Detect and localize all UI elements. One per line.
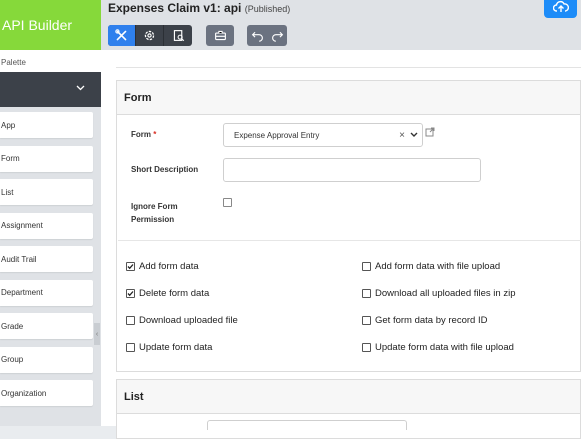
- option-label: Download uploaded file: [139, 315, 238, 326]
- checkbox[interactable]: [362, 262, 371, 271]
- option-label: Update form data with file upload: [375, 342, 514, 353]
- palette-item-grade[interactable]: Grade: [0, 313, 93, 339]
- status-badge: (Published): [244, 4, 291, 14]
- option-label: Add form data: [139, 261, 199, 272]
- option-label: Add form data with file upload: [375, 261, 501, 272]
- checkbox-checked[interactable]: [126, 262, 135, 271]
- chevron-down-icon[interactable]: [410, 132, 418, 138]
- option-label: Download all uploaded files in zip: [375, 288, 516, 299]
- ignore-label-line1: Ignore Form: [131, 202, 178, 211]
- option-label: Get form data by record ID: [375, 315, 488, 326]
- palette-item-department[interactable]: Department: [0, 279, 93, 306]
- redo-icon: [271, 31, 283, 42]
- palette-sidebar: Palette App Form List Assignment Audit T…: [0, 50, 101, 426]
- sidebar-collapse-handle[interactable]: ‹: [94, 323, 100, 345]
- design-mode-button[interactable]: [108, 25, 136, 46]
- form-field-label: Form *: [131, 130, 156, 139]
- toolbox-toolbar: [206, 25, 234, 46]
- checkbox[interactable]: [126, 343, 135, 352]
- checkbox[interactable]: [362, 316, 371, 325]
- palette-item-list[interactable]: List: [0, 179, 93, 205]
- settings-button[interactable]: [136, 25, 164, 46]
- option-label: Delete form data: [139, 288, 210, 299]
- palette-item-group[interactable]: Group: [0, 346, 93, 373]
- option-add-form-data-with-file-upload[interactable]: Add form data with file upload: [362, 261, 500, 272]
- app-brand: API Builder: [0, 0, 101, 50]
- top-bar: Expenses Claim v1: api (Published): [101, 0, 581, 50]
- palette-item-app[interactable]: App: [0, 112, 93, 138]
- option-add-form-data[interactable]: Add form data: [126, 261, 199, 272]
- chevron-down-icon: [76, 85, 85, 91]
- required-mark: *: [153, 130, 157, 139]
- list-card: List: [116, 379, 581, 439]
- checkbox[interactable]: [362, 343, 371, 352]
- form-select-value: Expense Approval Entry: [234, 130, 320, 140]
- checkbox[interactable]: [362, 289, 371, 298]
- palette-list: App Form List Assignment Audit Trail Dep…: [0, 107, 101, 406]
- panel-top-strip: [116, 50, 581, 68]
- option-label: Update form data: [139, 342, 213, 353]
- undo-icon: [251, 31, 263, 42]
- app-title: Expenses Claim v1: api: [108, 1, 242, 15]
- check-icon: [127, 264, 134, 270]
- publish-button[interactable]: [544, 0, 577, 18]
- option-download-uploaded-file[interactable]: Download uploaded file: [126, 315, 238, 326]
- checkbox-checked[interactable]: [126, 289, 135, 298]
- toolbox-button[interactable]: [206, 25, 234, 46]
- short-description-input[interactable]: [223, 158, 481, 182]
- option-get-form-data-by-record-id[interactable]: Get form data by record ID: [362, 315, 487, 326]
- undo-button[interactable]: [247, 25, 267, 46]
- external-link-icon[interactable]: [425, 127, 435, 137]
- palette-category-select[interactable]: [0, 72, 101, 107]
- option-download-all-uploaded-files-in-zip[interactable]: Download all uploaded files in zip: [362, 288, 515, 299]
- palette-item-assignment[interactable]: Assignment: [0, 212, 93, 239]
- preview-button[interactable]: [164, 25, 192, 46]
- chevron-left-icon: ‹: [95, 330, 99, 338]
- form-card: Form Form * Expense Approval Entry × Sho…: [116, 80, 581, 372]
- option-update-form-data-with-file-upload[interactable]: Update form data with file upload: [362, 342, 514, 353]
- divider: [118, 240, 581, 241]
- design-toolbar: [108, 25, 192, 46]
- short-description-label: Short Description: [131, 165, 199, 174]
- history-toolbar: [247, 25, 287, 46]
- redo-button[interactable]: [267, 25, 287, 46]
- list-section-heading: List: [117, 380, 580, 414]
- clear-icon[interactable]: ×: [399, 130, 405, 141]
- form-label-text: Form: [131, 130, 151, 139]
- ignore-label-line2: Permission: [131, 215, 175, 224]
- tools-icon: [115, 29, 127, 41]
- toolbox-icon: [214, 30, 226, 41]
- palette-item-audit-trail[interactable]: Audit Trail: [0, 246, 93, 272]
- checkbox[interactable]: [126, 316, 135, 325]
- option-update-form-data[interactable]: Update form data: [126, 342, 212, 353]
- ignore-permission-checkbox[interactable]: [223, 198, 232, 207]
- palette-label: Palette: [0, 50, 101, 72]
- palette-item-form[interactable]: Form: [0, 145, 93, 172]
- settings-icon: [144, 30, 155, 41]
- form-select[interactable]: Expense Approval Entry ×: [223, 123, 423, 147]
- page-title: Expenses Claim v1: api (Published): [108, 1, 290, 15]
- palette-item-organization[interactable]: Organization: [0, 380, 93, 406]
- list-select[interactable]: [207, 420, 407, 430]
- option-delete-form-data[interactable]: Delete form data: [126, 288, 209, 299]
- cloud-upload-icon: [552, 0, 569, 12]
- form-section-heading: Form: [117, 81, 580, 115]
- properties-panel: Form Form * Expense Approval Entry × Sho…: [101, 50, 581, 439]
- preview-icon: [173, 30, 184, 42]
- ignore-permission-label: Ignore Form Permission: [131, 200, 178, 226]
- check-icon: [127, 291, 134, 297]
